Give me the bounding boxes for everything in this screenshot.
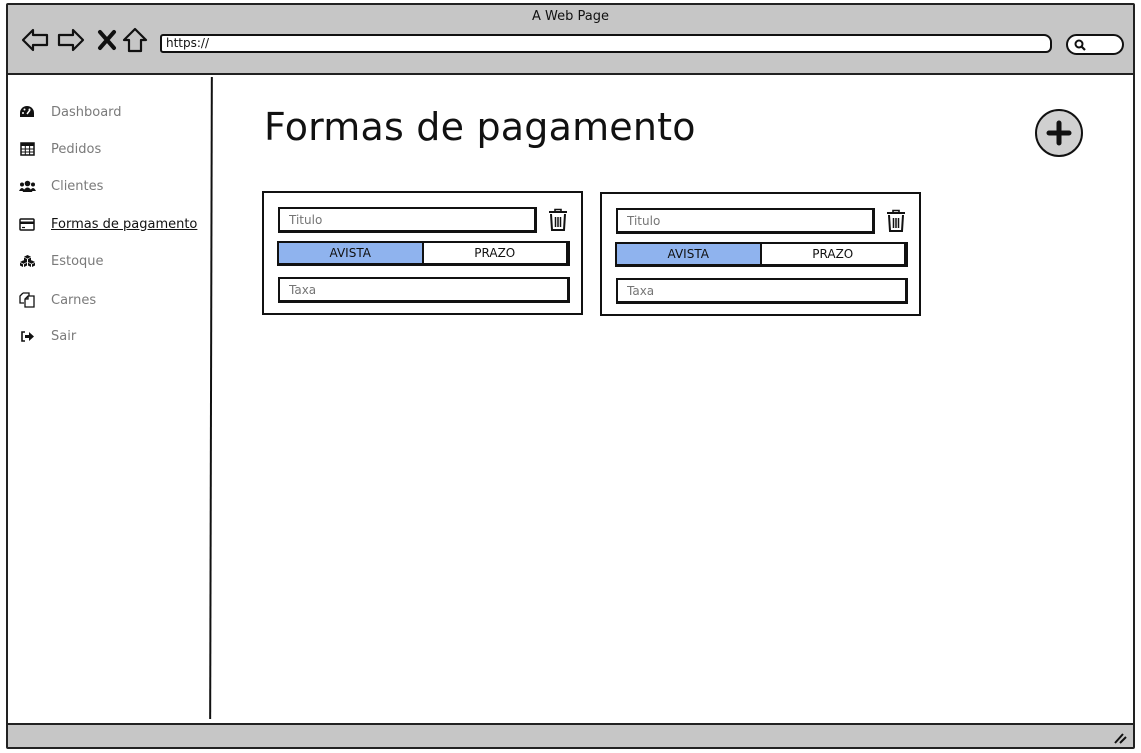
search-icon — [1074, 39, 1086, 51]
home-icon[interactable] — [120, 25, 150, 55]
prazo-option[interactable]: PRAZO — [421, 243, 567, 263]
sidebar-item-pedidos[interactable]: Pedidos — [18, 138, 101, 160]
title-input[interactable] — [278, 207, 537, 233]
payment-type-toggle: AVISTA PRAZO — [277, 241, 570, 266]
payment-method-card: AVISTA PRAZO — [600, 192, 921, 316]
add-payment-method-button[interactable] — [1035, 109, 1083, 157]
payment-type-toggle: AVISTA PRAZO — [615, 242, 908, 267]
window-title: A Web Page — [532, 9, 609, 24]
browser-window: A Web Page https:// Dashboard Pedidos Cl… — [6, 3, 1135, 749]
back-icon[interactable] — [20, 25, 50, 55]
avista-option[interactable]: AVISTA — [617, 244, 760, 264]
fee-input[interactable] — [616, 278, 908, 304]
avista-option[interactable]: AVISTA — [279, 243, 422, 263]
sidebar-item-estoque[interactable]: Estoque — [18, 250, 104, 272]
sidebar-item-label: Dashboard — [51, 104, 122, 120]
sidebar-item-label: Pedidos — [51, 141, 102, 157]
table-icon — [18, 141, 36, 157]
title-bar: A Web Page https:// — [8, 5, 1133, 75]
close-icon[interactable] — [92, 25, 122, 55]
trash-icon[interactable] — [548, 208, 568, 232]
resize-grip-icon[interactable] — [1113, 732, 1127, 744]
status-bar — [8, 723, 1133, 747]
payment-method-card: AVISTA PRAZO — [262, 191, 583, 315]
search-button[interactable] — [1066, 34, 1124, 55]
page-title: Formas de pagamento — [264, 105, 696, 149]
copy-icon — [18, 292, 36, 308]
sidebar-item-dashboard[interactable]: Dashboard — [18, 101, 122, 123]
sidebar-divider — [209, 76, 213, 720]
sidebar-item-label: Carnes — [51, 292, 97, 308]
credit-card-icon — [18, 216, 36, 232]
sidebar-item-label: Formas de pagamento — [51, 216, 198, 232]
sidebar-item-label: Estoque — [51, 253, 104, 269]
url-bar[interactable]: https:// — [160, 34, 1052, 53]
sidebar-item-label: Sair — [51, 328, 77, 344]
title-input[interactable] — [616, 208, 875, 234]
users-icon — [18, 178, 36, 194]
sidebar-item-label: Clientes — [51, 178, 104, 194]
fee-input[interactable] — [278, 277, 570, 303]
prazo-option[interactable]: PRAZO — [759, 244, 905, 264]
sidebar-item-clientes[interactable]: Clientes — [18, 175, 103, 197]
plus-icon — [1046, 120, 1072, 146]
cubes-icon — [18, 253, 36, 269]
trash-icon[interactable] — [886, 209, 906, 233]
sign-out-icon — [18, 328, 36, 344]
sidebar-item-sair[interactable]: Sair — [18, 325, 76, 347]
sidebar-item-formas-de-pagamento[interactable]: Formas de pagamento — [18, 213, 197, 235]
dashboard-icon — [18, 104, 36, 120]
forward-icon[interactable] — [56, 25, 86, 55]
sidebar-item-carnes[interactable]: Carnes — [18, 289, 96, 311]
